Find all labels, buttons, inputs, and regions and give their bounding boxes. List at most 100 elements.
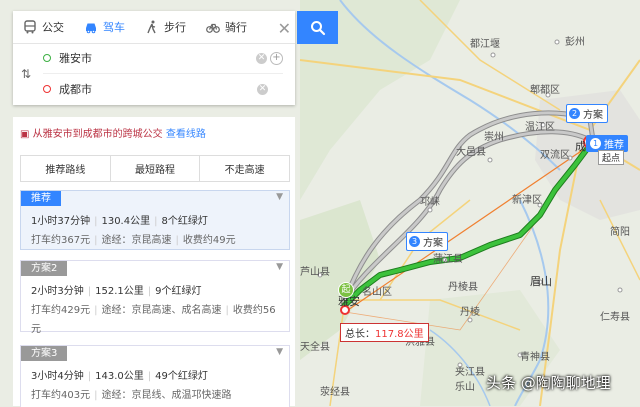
map-place-label: 都江堰: [470, 38, 500, 50]
map-place-label: 芦山县: [300, 266, 330, 278]
transit-notice: ▣ 从雅安市到成都市的跨城公交 查看线路: [20, 125, 206, 140]
search-card: 公交 驾车 步行 骑行 ✕ ⇅ 雅安市 ✕ + 成都市 ✕: [13, 11, 295, 105]
walk-icon: [147, 20, 156, 34]
mode-label: 骑行: [225, 21, 247, 34]
end-dot-icon: [43, 85, 51, 93]
route-option-2[interactable]: 方案2 ▼ 2小时3分钟 | 152.1公里 | 9个红绿灯 打车约429元 | 途经：京昆…: [20, 260, 290, 335]
route-details: 打车约403元 | 途经：京昆线、成温邛快速路: [31, 390, 232, 401]
route-time: 2小时3分钟: [31, 286, 84, 297]
mode-label: 驾车: [103, 21, 125, 34]
mode-label: 公交: [42, 21, 64, 34]
tab-shortest[interactable]: 最短路程: [111, 156, 201, 181]
route-badge: 方案2: [21, 261, 68, 276]
end-location-row[interactable]: 成都市 ✕: [43, 74, 283, 104]
tab-recommended[interactable]: 推荐路线: [21, 156, 111, 181]
map-place-label: 乐山: [455, 381, 475, 393]
watermark: 头条 @陶陶聊地理: [486, 374, 611, 392]
plan-number: 1: [590, 138, 601, 149]
chevron-down-icon[interactable]: ▼: [276, 192, 283, 202]
map-place-label: 邛崃: [420, 196, 440, 208]
mode-bus[interactable]: 公交: [13, 11, 74, 43]
route-taxi: 打车约429元: [31, 305, 91, 316]
clear-icon[interactable]: ✕: [257, 83, 268, 95]
map-place-label: 夹江县: [455, 365, 485, 378]
start-location-input[interactable]: 雅安市: [59, 50, 252, 66]
route-toll: 收费约56: [232, 305, 276, 316]
route-taxi: 打车约403元: [31, 390, 91, 401]
close-icon[interactable]: ✕: [278, 19, 291, 38]
add-waypoint-icon[interactable]: +: [270, 51, 283, 65]
route-distance: 143.0公里: [95, 371, 144, 382]
map-place-label: 郫都区: [530, 83, 560, 96]
end-location-input[interactable]: 成都市: [59, 81, 253, 97]
distance-value: 117.8公里: [375, 329, 424, 340]
bus-icon: [24, 20, 36, 34]
route-option-1[interactable]: 推荐 ▼ 1小时37分钟 | 130.4公里 | 8个红绿灯 打车约367元 | 途经：京昆…: [20, 190, 290, 250]
route-preference-tabs: 推荐路线 最短路程 不走高速: [20, 155, 290, 182]
route-badge: 方案3: [21, 346, 68, 361]
map-place-label: 温江区: [525, 121, 555, 133]
bus-icon: ▣: [20, 129, 30, 140]
map-place-label: 新津区: [512, 193, 542, 206]
notice-text: 从雅安市到成都市的跨城公交: [32, 129, 163, 140]
map-place-label: 蒲江县: [433, 252, 463, 265]
clear-icon[interactable]: ✕: [256, 52, 267, 64]
swap-icon[interactable]: ⇅: [21, 67, 31, 81]
map-place-label: 名山区: [362, 285, 392, 298]
route-lights: 49个红绿灯: [155, 371, 208, 382]
map-place-label: 荥经县: [320, 385, 350, 398]
start-location-row[interactable]: 雅安市 ✕ +: [43, 43, 283, 74]
plan-number: 2: [569, 108, 580, 119]
route-summary: 3小时4分钟 | 143.0公里 | 49个红绿灯: [31, 371, 208, 382]
route-panel: 公交 驾车 步行 骑行 ✕ ⇅ 雅安市 ✕ + 成都市 ✕: [13, 11, 295, 105]
mode-car[interactable]: 驾车: [74, 11, 135, 43]
route-details: 打车约367元 | 途经：京昆高速 | 收费约49元: [31, 235, 236, 246]
chevron-down-icon[interactable]: ▼: [276, 347, 283, 357]
route-toll: 收费约49元: [182, 235, 236, 246]
map-place-label: 青神县: [520, 350, 550, 363]
route-badge: 推荐: [21, 191, 61, 206]
mode-label: 步行: [164, 21, 186, 34]
mode-walk[interactable]: 步行: [135, 11, 196, 43]
route-via: 途经：京昆高速、成名高速: [101, 305, 222, 316]
route-details: 打车约429元 | 途经：京昆高速、成名高速 | 收费约56: [31, 305, 276, 316]
map-place-label: 大邑县: [456, 145, 486, 158]
plan-2-tag[interactable]: 2 方案: [566, 104, 608, 123]
transport-modes: 公交 驾车 步行 骑行: [13, 11, 295, 44]
bike-icon: [206, 23, 220, 33]
map-place-label: 崇州: [484, 131, 504, 143]
start-marker[interactable]: 起: [338, 282, 354, 298]
route-lights: 8个红绿灯: [161, 216, 208, 227]
map-place-label: 丹棱县: [448, 280, 478, 293]
route-distance: 152.1公里: [95, 286, 144, 297]
chevron-down-icon[interactable]: ▼: [276, 262, 283, 272]
distance-prefix: 总长：: [345, 329, 375, 340]
search-button[interactable]: [297, 11, 338, 44]
map-place-label: 眉山: [530, 275, 552, 288]
view-route-link[interactable]: 查看线路: [166, 129, 206, 140]
route-via: 途经：京昆高速: [101, 235, 172, 246]
plan-label: 方案: [583, 110, 603, 121]
plan-3-tag[interactable]: 3 方案: [406, 232, 448, 251]
map-place-label: 仁寿县: [600, 310, 630, 323]
mode-bike[interactable]: 骑行: [196, 11, 257, 43]
search-icon: [310, 20, 325, 35]
route-distance: 130.4公里: [101, 216, 151, 227]
route-toll-wrap: 元: [31, 324, 41, 335]
route-time: 3小时4分钟: [31, 371, 84, 382]
car-icon: [86, 23, 96, 34]
start-point-tag: 起点: [598, 150, 625, 165]
route-summary: 2小时3分钟 | 152.1公里 | 9个红绿灯: [31, 286, 202, 297]
map-place-label: 彭州: [565, 35, 585, 48]
route-option-3[interactable]: 方案3 ▼ 3小时4分钟 | 143.0公里 | 49个红绿灯 打车约403元 | 途经：京…: [20, 345, 290, 407]
total-distance-label: 总长：117.8公里: [340, 323, 429, 342]
tab-no-highway[interactable]: 不走高速: [200, 156, 289, 181]
recommend-label: 推荐: [604, 140, 624, 151]
map-place-label: 双流区: [540, 148, 570, 161]
plan-label: 方案: [423, 238, 443, 249]
route-summary: 1小时37分钟 | 130.4公里 | 8个红绿灯: [31, 216, 208, 227]
map-place-label: 简阳: [610, 225, 630, 238]
map-place-label: 天全县: [300, 340, 330, 353]
route-taxi: 打车约367元: [31, 235, 91, 246]
route-via: 途经：京昆线、成温邛快速路: [101, 390, 232, 401]
